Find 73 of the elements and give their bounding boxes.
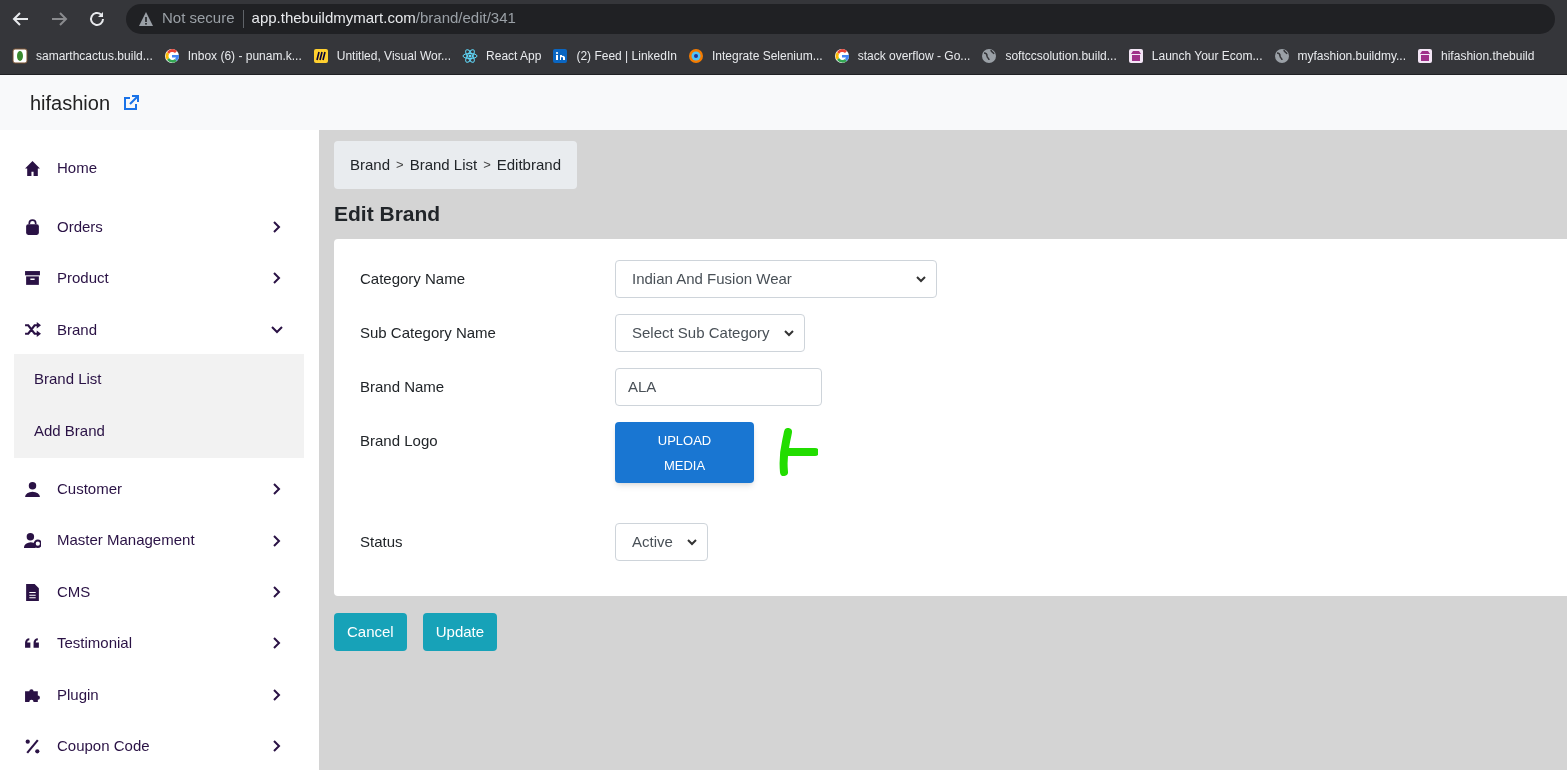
bookmark[interactable]: Launch Your Ecom... <box>1127 46 1263 65</box>
bookmark-icon <box>552 47 569 64</box>
sidebar-item[interactable]: Testimonial <box>14 615 304 668</box>
select-field[interactable]: Indian And Fusion Wear <box>615 260 937 298</box>
bookmark[interactable]: Integrate Selenium... <box>687 46 823 65</box>
submenu-item[interactable]: Add Brand <box>14 405 304 458</box>
field-label: Sub Category Name <box>360 323 497 343</box>
sidebar-item[interactable]: Product <box>14 250 304 303</box>
sidebar-item[interactable]: Home <box>14 143 304 200</box>
address-bar[interactable]: Not secure app.thebuildmymart.com/brand/edit/341 <box>126 3 1555 34</box>
bookmark-icon <box>1417 47 1434 64</box>
url-path: /brand/edit/341 <box>415 8 516 29</box>
submenu-item[interactable]: Brand List <box>14 353 304 406</box>
user-gear-icon <box>24 532 41 550</box>
sidebar-item[interactable]: Orders <box>14 199 304 251</box>
sidebar-item[interactable]: Master Management <box>14 512 304 565</box>
shopping-bag-icon <box>24 218 41 236</box>
bookmark-icon <box>312 47 329 64</box>
caret-icon <box>686 537 697 547</box>
shuffle-icon <box>24 321 41 339</box>
breadcrumb-link[interactable]: Editbrand <box>496 153 561 177</box>
arrow-drawing <box>778 427 818 478</box>
breadcrumb-link[interactable]: Brand <box>350 153 391 177</box>
breadcrumb-separator: > <box>483 156 491 175</box>
field-label: Brand Logo <box>360 431 439 451</box>
bookmark[interactable]: Inbox (6) - punam.k... <box>163 46 302 65</box>
sidebar-item[interactable]: Plugin <box>14 667 304 719</box>
forward-icon <box>50 9 68 28</box>
bookmark-icon <box>981 47 998 64</box>
bookmark[interactable]: samarthcactus.build... <box>12 46 153 65</box>
security-label: Not secure <box>162 8 235 29</box>
bookmark-icon <box>833 47 850 64</box>
sidebar-item[interactable]: Coupon Code <box>14 718 304 770</box>
bookmark[interactable]: stack overflow - Go... <box>833 46 971 65</box>
url-host: app.thebuildmymart.com <box>251 8 416 29</box>
bookmark[interactable]: React App <box>462 46 542 65</box>
bookmark[interactable]: Untitled, Visual Wor... <box>312 46 452 65</box>
caret-icon <box>916 274 926 284</box>
bookmark-icon <box>462 47 479 64</box>
sidebar-item[interactable]: CMS <box>14 564 304 616</box>
bookmark-icon <box>1127 47 1144 64</box>
document-icon <box>24 583 41 601</box>
bookmark[interactable]: myfashion.buildmy... <box>1273 46 1407 65</box>
puzzle-piece-icon <box>24 686 41 704</box>
page-title: Edit Brand <box>334 201 441 227</box>
bookmark[interactable]: softccsolution.build... <box>981 46 1117 65</box>
sidebar-item[interactable]: Brand <box>14 302 304 354</box>
upload-button[interactable]: UPLOAD MEDIA <box>615 422 754 483</box>
bookmark-icon <box>1273 47 1290 64</box>
archive-box-icon <box>24 269 41 287</box>
sidebar-item[interactable]: Customer <box>14 461 304 513</box>
input-field[interactable]: ALA <box>615 368 822 406</box>
warning-icon <box>138 10 154 27</box>
field-label: Brand Name <box>360 377 446 397</box>
back-icon <box>12 9 30 28</box>
bookmark-icon <box>163 47 180 64</box>
breadcrumb-link[interactable]: Brand List <box>409 153 478 177</box>
breadcrumb-separator: > <box>396 156 404 175</box>
bookmark-icon <box>687 47 704 64</box>
select-field[interactable]: Select Sub Category <box>615 314 805 352</box>
field-label: Status <box>360 532 404 552</box>
select-field[interactable]: Active <box>615 523 708 561</box>
app-title: hifashion <box>30 90 111 116</box>
caret-icon <box>783 328 794 338</box>
bookmark-icon <box>12 47 28 64</box>
bookmark[interactable]: (2) Feed | LinkedIn <box>552 46 677 65</box>
bookmark[interactable]: hifashion.thebuild <box>1417 46 1535 65</box>
reload-icon <box>88 9 106 28</box>
percent-icon <box>24 737 41 755</box>
user-icon <box>24 480 41 498</box>
home-icon <box>24 160 41 178</box>
external-link-icon[interactable] <box>122 93 141 112</box>
field-label: Category Name <box>360 269 467 289</box>
